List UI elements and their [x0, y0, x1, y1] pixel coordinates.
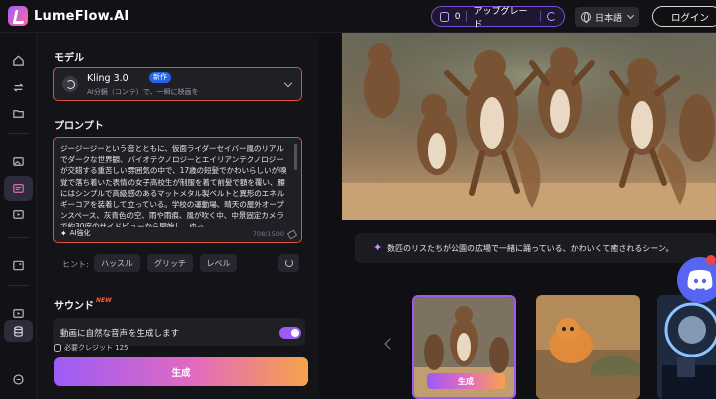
preview-image [342, 33, 716, 220]
credits-upgrade-pill[interactable]: 0 アップグレード [431, 4, 565, 30]
credits-needed-label: 必要クレジット 125 [64, 344, 129, 352]
notification-badge [706, 255, 716, 265]
logo-icon [8, 6, 28, 26]
refresh-icon [284, 259, 293, 267]
model-name: Kling 3.0 [87, 73, 129, 84]
ai-enhance-label: AI強化 [69, 229, 91, 237]
model-logo-icon [62, 76, 78, 92]
home-icon[interactable] [4, 48, 33, 73]
photo-edit-icon[interactable] [4, 253, 33, 278]
video-icon[interactable] [4, 176, 33, 201]
prompt-scrollbar[interactable] [294, 144, 297, 170]
chat-icon[interactable] [4, 367, 33, 392]
top-bar: LumeFlow.AI 0 アップグレード 日本語 ログイン [0, 0, 716, 33]
sound-section-title: サウンド [54, 301, 94, 312]
generation-panel: モデル Kling 3.0 新作 AI分鏡（コンテ）で、一瞬に映画を プロンプト… [37, 33, 319, 399]
thumbnail-cat-lizard[interactable] [536, 295, 640, 399]
video-edit-icon[interactable] [4, 202, 33, 227]
credits-db-icon[interactable] [4, 320, 33, 342]
prompt-section-title: プロンプト [54, 121, 104, 132]
rail-divider [8, 237, 29, 238]
folder-icon[interactable] [4, 101, 33, 126]
rail-divider [8, 133, 29, 134]
sparkle-icon: ✦ [60, 228, 67, 238]
hint-chip[interactable]: グリッチ [147, 254, 193, 272]
model-select[interactable]: Kling 3.0 新作 AI分鏡（コンテ）で、一瞬に映画を [53, 67, 302, 101]
generate-button[interactable]: 生成 [54, 357, 308, 386]
image-icon[interactable] [4, 149, 33, 174]
thumbnail-squirrels[interactable]: 生成 [412, 295, 516, 399]
new-badge: 新作 [149, 72, 171, 83]
chevron-left-icon[interactable] [384, 338, 396, 350]
refresh-hints-button[interactable] [278, 254, 299, 272]
globe-icon [581, 12, 591, 23]
model-section-title: モデル [54, 53, 84, 64]
thumbnail-generate-button[interactable]: 生成 [427, 373, 505, 389]
eraser-icon[interactable] [286, 229, 298, 240]
hint-chip[interactable]: レベル [200, 254, 237, 272]
sound-option-row: 動画に自然な音声を生成します [53, 318, 305, 346]
app-name: LumeFlow.AI [34, 8, 130, 24]
login-button[interactable]: ログイン [652, 6, 716, 27]
credits-needed: 必要クレジット 125 [54, 343, 129, 353]
sound-option-label: 動画に自然な音声を生成します [60, 329, 180, 339]
prompt-text[interactable]: ジージージーという音とともに、仮面ライダーセイバー風のリアルでダークな世界観、バ… [60, 143, 290, 227]
upgrade-button[interactable]: アップグレード [473, 4, 534, 30]
sparkle-icon: ✦ [373, 241, 383, 254]
model-description: AI分鏡（コンテ）で、一瞬に映画を [87, 88, 199, 96]
thumbnail-tech-scene[interactable] [657, 295, 716, 399]
caption-text: 数匹のリスたちが公園の広場で一緒に踊っている、かわいくて癒されるシーン。 [387, 243, 674, 253]
chevron-down-icon [283, 78, 293, 88]
prompt-caption: ✦ 数匹のリスたちが公園の広場で一緒に踊っている、かわいくて癒されるシーン。 [355, 233, 716, 263]
hint-label: ヒント: [62, 260, 89, 269]
rail-divider [8, 285, 29, 286]
divider [540, 11, 542, 22]
credits-icon [440, 11, 449, 22]
refresh-icon[interactable] [547, 12, 556, 21]
credits-count: 0 [454, 11, 461, 22]
app-logo[interactable]: LumeFlow.AI [8, 6, 129, 26]
swap-icon[interactable] [4, 75, 33, 100]
side-rail [0, 33, 37, 399]
language-select[interactable]: 日本語 [575, 7, 639, 27]
divider [466, 11, 468, 22]
hint-chip[interactable]: ハッスル [94, 254, 140, 272]
language-label: 日本語 [595, 13, 623, 24]
prompt-textarea[interactable]: ジージージーという音とともに、仮面ライダーセイバー風のリアルでダークな世界観、バ… [53, 137, 302, 243]
credits-icon [54, 344, 61, 352]
ai-enhance-button[interactable]: ✦ AI強化 [60, 228, 91, 238]
sound-toggle[interactable] [279, 327, 301, 339]
char-count: 708/1500 [252, 230, 284, 238]
new-tag: NEW [96, 297, 112, 304]
chevron-down-icon [626, 11, 635, 20]
